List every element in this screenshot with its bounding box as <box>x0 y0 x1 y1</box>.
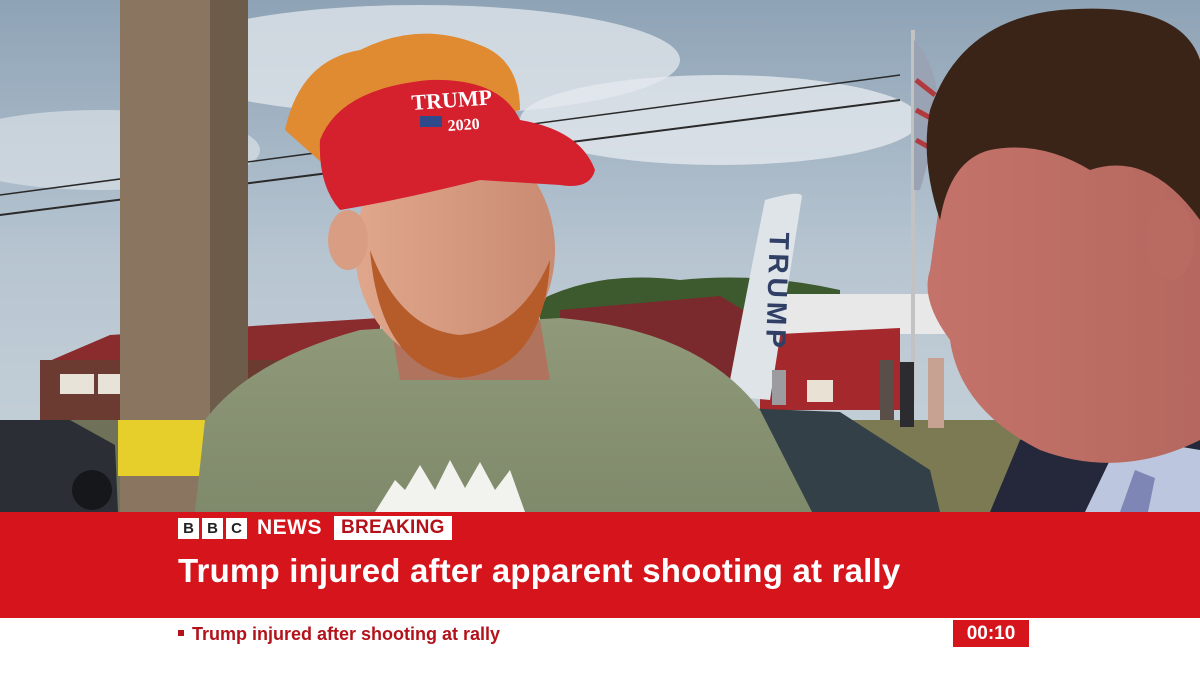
cap-year: 2020 <box>447 116 480 135</box>
breaking-label: BREAKING <box>334 516 452 540</box>
banner-text: TRUMP <box>760 232 795 353</box>
ticker-item: Trump injured after shooting at rally <box>178 624 500 645</box>
bbc-letter: C <box>226 517 247 539</box>
scene-illustration: TRUMP TRUMP 2020 <box>0 0 1200 512</box>
reporter-ear <box>1146 200 1194 280</box>
headline: Trump injured after apparent shooting at… <box>178 552 901 589</box>
news-label: NEWS <box>257 516 322 539</box>
broadcast-clock: 00:10 <box>953 620 1029 647</box>
bbc-news-logo: B B C NEWS BREAKING <box>178 514 452 542</box>
bystander <box>880 360 894 420</box>
bbc-letter: B <box>202 517 223 539</box>
man-ear <box>328 210 368 270</box>
bystander <box>772 370 786 405</box>
bystander <box>928 358 944 428</box>
car-wheel <box>72 470 112 510</box>
ticker-text: Trump injured after shooting at rally <box>192 624 501 644</box>
sign-board <box>60 374 94 394</box>
bbc-logo-blocks: B B C <box>178 517 247 539</box>
bbc-letter: B <box>178 517 199 539</box>
bullet-icon <box>178 630 184 637</box>
cap-flag-patch <box>420 116 442 127</box>
barn-door <box>807 380 833 402</box>
video-frame: TRUMP TRUMP 2020 <box>0 0 1200 512</box>
bystander <box>900 362 914 427</box>
